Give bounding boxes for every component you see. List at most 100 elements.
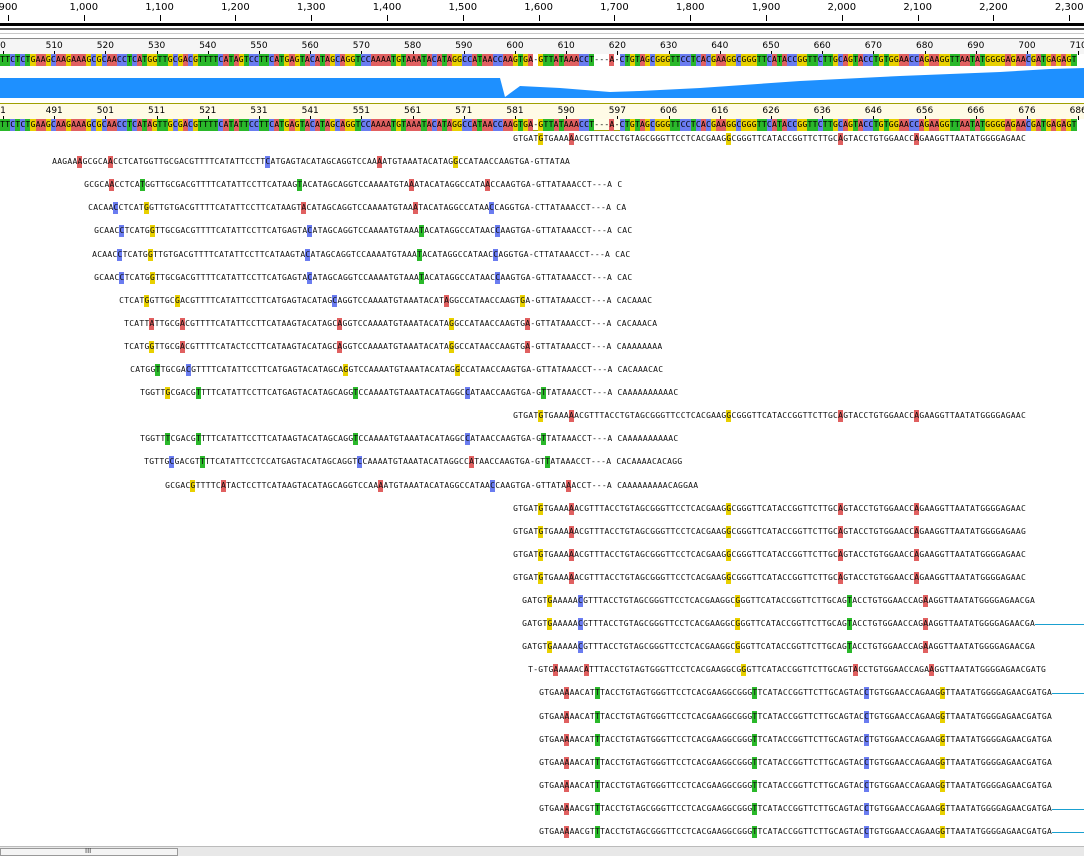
rruler-label: 686 xyxy=(1069,106,1084,116)
cruler-label: 660 xyxy=(813,41,831,51)
read-row[interactable]: GTGAAAAACGTTTACCTGTAGCGGGTTCCTCACGAAGGCG… xyxy=(539,826,1052,838)
cruler-label: 610 xyxy=(557,41,575,51)
read-overflow-line xyxy=(1052,832,1084,833)
rruler-label: 511 xyxy=(148,106,166,116)
rruler-label: 501 xyxy=(96,106,114,116)
rruler-label: 656 xyxy=(916,106,934,116)
read-row[interactable]: GTGATGTGAAAAACGTTTACCTGTAGCGGGTTCCTCACGA… xyxy=(513,410,1026,423)
overview-ruler-tick xyxy=(462,15,464,21)
rruler-label: 646 xyxy=(864,106,882,116)
coverage-area xyxy=(0,68,1084,98)
cruler-label: 620 xyxy=(608,41,626,51)
overview-ruler-label: 2,100 xyxy=(903,2,932,13)
rruler-label: 626 xyxy=(762,106,780,116)
read-row[interactable]: GTGAAAAACATTTACCTGTAGTGGGTTCCTCACGAAGGCG… xyxy=(539,756,1052,769)
read-row[interactable]: TGGTTTCGACGTTTTCATATTCCTTCATAAGTACATAGCA… xyxy=(140,433,678,446)
read-row[interactable]: GTGAAAAACATTTACCTGTAGTGGGTTCCTCACGAAGGCG… xyxy=(539,733,1052,746)
rruler-label: 551 xyxy=(352,106,370,116)
rruler-label: 666 xyxy=(967,106,985,116)
cruler-tick xyxy=(1078,51,1080,55)
rruler-tick xyxy=(1078,116,1080,120)
rruler-label: 636 xyxy=(813,106,831,116)
overview-ruler-tick xyxy=(690,15,692,21)
cruler-label: 520 xyxy=(96,41,114,51)
rruler-label: 597 xyxy=(608,106,626,116)
overview-ruler-tick xyxy=(614,15,616,21)
read-row[interactable]: TGTTGCGACGTTTTCATATTCCTCCATGAGTACATAGCAG… xyxy=(144,456,682,469)
read-row[interactable]: GTGAAAAACATTTACCTGTAGTGGGTTCCTCACGAAGGCG… xyxy=(539,687,1052,700)
read-row[interactable]: GTGATGTGAAAAACGTTTACCTGTAGCGGGTTCCTCACGA… xyxy=(513,502,1026,515)
read-row[interactable]: GCAACCTCATGGTTGCGACGTTTTCATATTCCTTCATGAG… xyxy=(94,271,632,284)
horizontal-scrollbar[interactable]: III xyxy=(0,846,1084,856)
overview-ruler-tick xyxy=(766,15,768,21)
read-row[interactable]: GTGAAAAACGTTTACCTGTAGCGGGTTCCTCACGAAGGCG… xyxy=(539,802,1052,815)
overview-ruler-tick xyxy=(841,15,843,21)
overview-ruler-tick xyxy=(917,15,919,21)
rruler-label: 541 xyxy=(301,106,319,116)
overview-ruler-tick xyxy=(311,15,313,21)
overview-ruler-tick xyxy=(538,15,540,21)
overview-ruler-tick xyxy=(159,15,161,21)
read-row[interactable]: TCATGGTTGCGACGTTTTCATACTCCTTCATAAGTACATA… xyxy=(124,340,662,353)
cruler-label: 710 xyxy=(1069,41,1084,51)
read-row[interactable]: GCGCAACCTCATGGTTGCGACGTTTTCATATTCCTTCATA… xyxy=(84,179,622,192)
read-row[interactable]: TCATTATTGCGACGTTTTCATATTCCTTCATAAGTACATA… xyxy=(124,317,657,330)
rruler-label: 581 xyxy=(506,106,524,116)
overview-bar xyxy=(0,23,1084,26)
overview-ruler-tick xyxy=(83,15,85,21)
overview-ruler-label: 2,000 xyxy=(827,2,857,13)
cruler-label: 580 xyxy=(404,41,422,51)
read-row[interactable]: GATGTGAAAAACGTTTACCTGTAGCGGGTTCCTCACGAAG… xyxy=(522,641,1035,654)
read-row[interactable]: GTGATGTGAAAAACGTTTACCTGTAGCGGGTTCCTCACGA… xyxy=(513,548,1026,561)
cruler-label: 530 xyxy=(148,41,166,51)
read-row[interactable]: CACAACCTCATGGTTGTGACGTTTTCATATTCCTTCATAA… xyxy=(88,202,626,215)
read-row[interactable]: GTGATGTGAAAAACGTTTACCTGTAGCGGGTTCCTCACGA… xyxy=(513,571,1026,584)
read-row[interactable]: AAGAAAGCGCAACCTCATGGTTGCGACGTTTTCATATTCC… xyxy=(52,156,570,169)
rruler-label: 606 xyxy=(660,106,678,116)
read-row[interactable]: ACAACCTCATGGTTGTGACGTTTTCATATTCCTTCATAAG… xyxy=(92,248,630,261)
cruler-label: 680 xyxy=(916,41,934,51)
rruler-label: 571 xyxy=(455,106,473,116)
read-row[interactable]: CATGGTTGCGACGTTTTCATATTCCTTCATGAGTACATAG… xyxy=(130,364,663,376)
overview-ruler-label: 1,000 xyxy=(69,2,99,13)
overview-ruler-label: 1,800 xyxy=(675,2,705,13)
read-row[interactable]: GATGTGAAAAACGTTTACCTGTAGCGGGTTCCTCACGAAG… xyxy=(522,618,1035,631)
cruler-label: 590 xyxy=(455,41,473,51)
overview-ruler-label: 1,600 xyxy=(524,2,553,13)
read-row[interactable]: GCGACGTTTTCATACTCCTTCATAAGTACATAGCAGGTCC… xyxy=(165,479,698,492)
overview-ruler-label: 2,200 xyxy=(979,2,1008,13)
cruler-label: 540 xyxy=(199,41,217,51)
overview-ruler[interactable]: 900 1,000 1,100 1,200 1,300 1,400 1,500 1,600 1,… xyxy=(0,0,1084,34)
read-row[interactable]: GTGATGTGAAAAACGTTTACCTGTAGCGGGTTCCTCACGA… xyxy=(513,525,1026,538)
overview-ruler-label: 1,900 xyxy=(751,2,781,13)
scrollbar-thumb[interactable]: III xyxy=(0,847,178,856)
read-row[interactable]: GTGAAAAACATTTACCTGTAGTGGGTTCCTCACGAAGGCG… xyxy=(539,710,1052,723)
overview-bar-secondary xyxy=(0,28,1084,30)
overview-ruler-label: 1,700 xyxy=(600,2,629,13)
rruler-label: 1 xyxy=(0,106,6,116)
overview-ruler-label: 1,300 xyxy=(296,2,326,13)
read-row[interactable]: GATGTGAAAAACGTTTACCTGTAGCGGGTTCCTCACGAAG… xyxy=(522,595,1035,607)
overview-ruler-label: 1,100 xyxy=(145,2,174,13)
cruler-label: 510 xyxy=(45,41,63,51)
read-row[interactable]: TGGTTGCGACGTTTTCATATTCCTTCATGAGTACATAGCA… xyxy=(140,387,678,400)
cruler-label: 630 xyxy=(660,41,678,51)
overview-ruler-tick xyxy=(8,15,9,21)
rruler-label: 531 xyxy=(250,106,268,116)
read-row[interactable]: GCAACCTCATGGTTGCGACGTTTTCATATTCCTTCATGAG… xyxy=(94,225,632,238)
consensus-sequence[interactable]: TTCTCTGAAGCAAGAAAGCGCAACCTCATGGTTGCGACGT… xyxy=(0,54,1077,66)
read-row[interactable]: CTCATGGTTGCGACGTTTTCATATTCCTTCATGAGTACAT… xyxy=(119,294,652,307)
overview-ruler-tick xyxy=(993,15,995,21)
cruler-label: 600 xyxy=(506,41,524,51)
read-overflow-line xyxy=(1052,808,1084,810)
read-overflow-line xyxy=(1052,693,1084,695)
read-row[interactable]: GTGAAAAACATTTACCTGTAGTGGGTTCCTCACGAAGGCG… xyxy=(539,779,1052,792)
read-row[interactable]: GTGATGTGAAAAACGTTTACCTGTAGCGGGTTCCTCACGA… xyxy=(513,133,1026,145)
read-overflow-line xyxy=(1035,624,1084,626)
cruler-label: 570 xyxy=(352,41,370,51)
cruler-label: 650 xyxy=(762,41,780,51)
reference-sequence[interactable]: TTCTCTGAAGCAAGAAAGCGCAACCTCATAGTTGCGACGT… xyxy=(0,119,1077,131)
read-row[interactable]: T-GTGAAAAACATTTACCTGTAGTGGGTTCCTCACGAAGG… xyxy=(528,664,1046,677)
overview-ruler-tick xyxy=(235,15,237,21)
overview-ruler-label: 1,400 xyxy=(372,2,402,13)
